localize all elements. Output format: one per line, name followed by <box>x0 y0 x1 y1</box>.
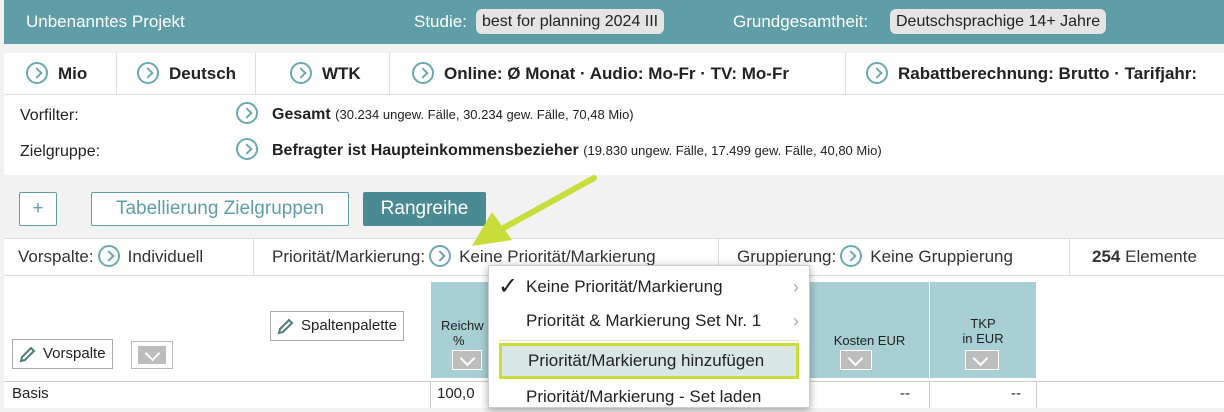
column-label-line1: Reichw <box>441 318 484 333</box>
tab-label: WTK <box>322 64 361 83</box>
tabulation-button[interactable]: Tabellierung Zielgruppen <box>91 192 349 226</box>
prefilter-name: Gesamt <box>272 106 331 124</box>
element-count-suffix: Elemente <box>1125 247 1197 266</box>
column-label-line1: TKP <box>970 316 996 331</box>
grouping-value: Keine Gruppierung <box>870 247 1013 266</box>
cell-divider <box>1036 382 1037 408</box>
front-column-button-label: Vorspalte <box>43 345 106 362</box>
prefilter-value[interactable]: Gesamt (30.234 ungew. Fälle, 30.234 gew.… <box>236 102 634 126</box>
element-count: 254 Elemente <box>1070 239 1224 275</box>
grouping-label: Gruppierung: <box>737 247 837 266</box>
menu-item-label: Keine Priorität/Markierung <box>526 277 723 296</box>
chevron-right-icon <box>97 244 120 267</box>
front-column-option[interactable]: Vorspalte: Individuell <box>4 239 254 275</box>
prefilter-detail: (30.234 ungew. Fälle, 30.234 gew. Fälle,… <box>335 107 634 123</box>
tab-media-periods[interactable]: Online: Ø Monat · Audio: Mo-Fr · TV: Mo-… <box>390 53 846 95</box>
chevron-right-icon: › <box>793 277 799 297</box>
column-header-tkp-label: TKP in EUR <box>930 316 1036 346</box>
chevron-right-icon: › <box>793 311 799 331</box>
column-palette-label: Spaltenpalette <box>301 317 397 334</box>
front-column-dropdown[interactable] <box>131 341 173 369</box>
row-tkp-basis: -- <box>1011 385 1021 402</box>
tab-label: Mio <box>58 64 88 83</box>
front-column-button[interactable]: Vorspalte <box>12 339 113 369</box>
settings-panel: Mio Deutsch WTK Online: Ø Monat · Audio:… <box>4 53 1224 175</box>
chevron-right-icon <box>840 244 863 267</box>
settings-tabs: Mio Deutsch WTK Online: Ø Monat · Audio:… <box>4 53 1224 95</box>
menu-separator <box>499 340 799 341</box>
chevron-right-icon <box>26 61 48 84</box>
tab-label: Rabattberechnung: Brutto · Tarifjahr: <box>898 64 1198 83</box>
pencil-icon <box>19 346 36 363</box>
row-reach-basis: 100,0 <box>437 385 475 402</box>
tab-unit[interactable]: Mio <box>4 53 117 95</box>
chevron-right-icon <box>866 61 888 84</box>
menu-item-add-priority[interactable]: Priorität/Markierung hinzufügen <box>499 343 799 379</box>
app-header: Unbenanntes Projekt Studie: best for pla… <box>4 0 1224 44</box>
pencil-icon <box>277 318 294 335</box>
study-label: Studie: <box>414 12 467 31</box>
chevron-right-icon <box>429 244 452 267</box>
project-name[interactable]: Unbenanntes Projekt <box>26 12 185 32</box>
chevron-down-icon[interactable] <box>965 350 999 370</box>
priority-dropdown-menu: ✓ Keine Priorität/Markierung › Priorität… <box>488 265 810 408</box>
menu-item-label: Priorität & Markierung Set Nr. 1 <box>526 311 762 330</box>
tab-label: Deutsch <box>169 64 237 83</box>
target-group-label: Zielgruppe: <box>20 143 101 160</box>
menu-item-priority-set-1[interactable]: Priorität & Markierung Set Nr. 1 › <box>489 306 809 336</box>
column-header-cost[interactable]: Kosten EUR <box>810 282 930 378</box>
column-header-tkp[interactable]: TKP in EUR <box>930 282 1037 378</box>
menu-item-no-priority[interactable]: ✓ Keine Priorität/Markierung › <box>489 272 809 302</box>
chevron-right-icon <box>236 102 258 124</box>
population-label: Grundgesamtheit: <box>733 12 869 31</box>
tab-label: Online: Ø Monat · Audio: Mo-Fr · TV: Mo-… <box>444 64 789 83</box>
chevron-down-icon <box>137 345 167 365</box>
column-label-line2: in EUR <box>962 331 1004 346</box>
target-group-value[interactable]: Befragter ist Haupteinkommensbezieher (1… <box>236 138 882 162</box>
chevron-right-icon <box>290 61 312 84</box>
priority-label: Priorität/Markierung: <box>272 247 426 266</box>
add-button[interactable]: + <box>19 192 57 226</box>
tab-language[interactable]: Deutsch <box>117 53 256 95</box>
column-header-reach-label: Reichw % <box>441 318 484 348</box>
front-column-value: Individuell <box>127 247 204 266</box>
chevron-down-icon[interactable] <box>452 350 482 370</box>
chevron-right-icon <box>412 61 434 84</box>
menu-item-label: Priorität/Markierung hinzufügen <box>528 351 765 370</box>
chevron-right-icon <box>236 138 258 160</box>
row-cost-basis: -- <box>900 385 910 402</box>
annotation-arrow-icon <box>472 175 597 246</box>
column-palette-button[interactable]: Spaltenpalette <box>270 311 404 341</box>
cell-divider <box>929 382 930 408</box>
tab-wtk[interactable]: WTK <box>256 53 390 95</box>
chevron-right-icon <box>137 61 159 84</box>
row-name-basis: Basis <box>12 385 49 402</box>
checkmark-icon: ✓ <box>498 273 519 300</box>
column-label-line2: % <box>453 333 465 348</box>
prefilter-label: Vorfilter: <box>20 107 79 124</box>
element-count-number: 254 <box>1092 247 1121 266</box>
chevron-down-icon[interactable] <box>840 350 872 370</box>
population-value[interactable]: Deutschsprachige 14+ Jahre <box>890 9 1107 34</box>
tab-discount[interactable]: Rabattberechnung: Brutto · Tarifjahr: <box>846 53 1224 95</box>
column-header-cost-label: Kosten EUR <box>833 333 906 348</box>
study-value[interactable]: best for planning 2024 III <box>476 9 665 34</box>
target-group-name: Befragter ist Haupteinkommensbezieher <box>272 142 579 160</box>
target-group-detail: (19.830 ungew. Fälle, 17.499 gew. Fälle,… <box>583 143 882 159</box>
front-column-label: Vorspalte: <box>18 247 94 266</box>
cell-divider <box>430 382 431 408</box>
